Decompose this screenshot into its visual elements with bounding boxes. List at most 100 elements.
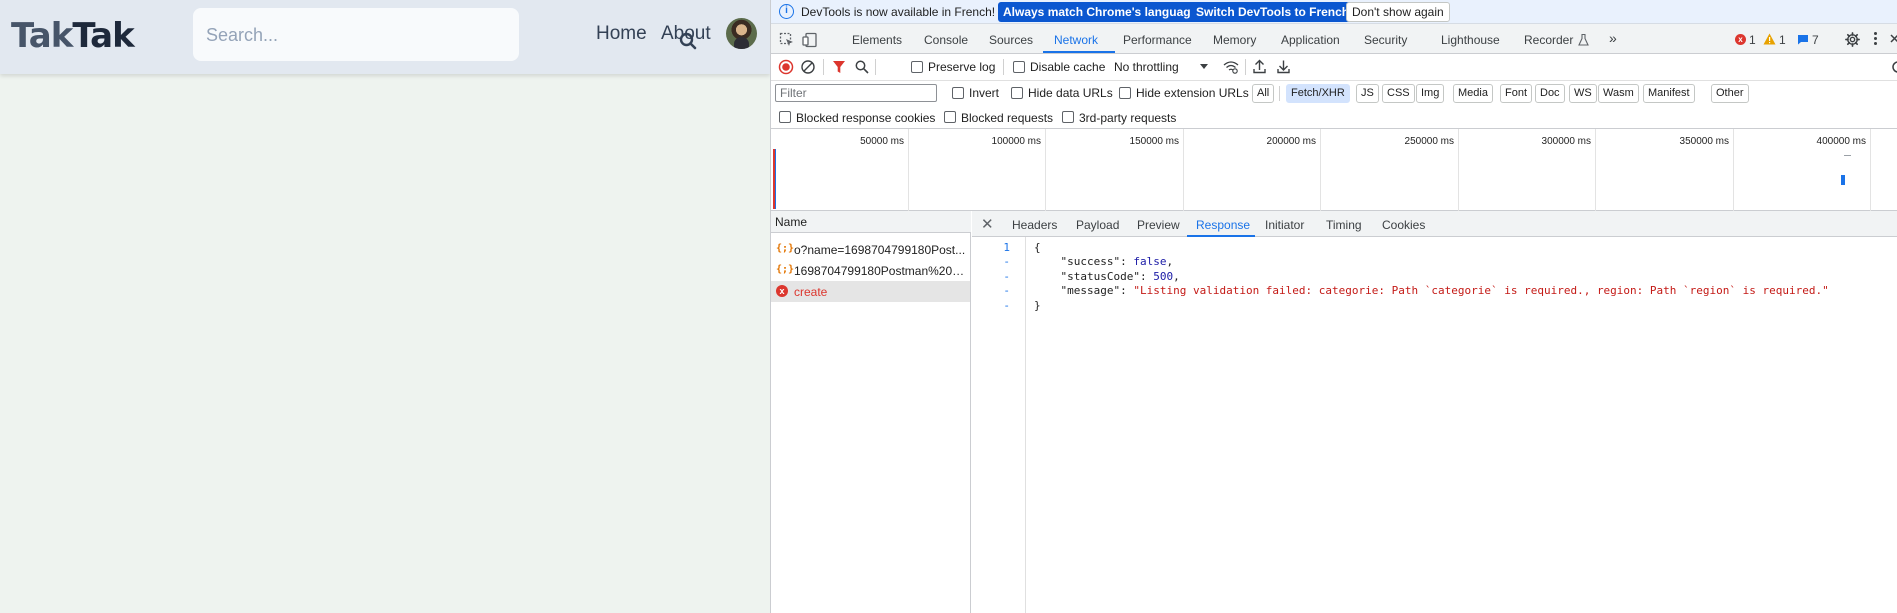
device-toolbar-icon[interactable]: [802, 32, 818, 48]
import-har-upload-icon[interactable]: [1253, 59, 1266, 74]
json-open-brace: {: [1034, 241, 1041, 254]
network-conditions-wifi-icon[interactable]: [1223, 60, 1239, 74]
message-count[interactable]: 7: [1812, 33, 1819, 47]
clear-icon[interactable]: [800, 59, 816, 75]
filter-funnel-icon[interactable]: [832, 60, 846, 74]
export-har-download-icon[interactable]: [1277, 59, 1290, 74]
search-requests-icon[interactable]: [855, 60, 869, 74]
throttling-select[interactable]: No throttling: [1114, 60, 1179, 74]
flask-icon: [1578, 34, 1589, 46]
tab-console[interactable]: Console: [924, 33, 968, 47]
timeline-request-bar: [1841, 175, 1845, 185]
blocked-response-cookies-checkbox[interactable]: [779, 111, 791, 123]
network-settings-gear-icon[interactable]: [1890, 60, 1897, 74]
timeline-tick: 300000 ms: [1541, 136, 1591, 147]
record-stop-icon[interactable]: [778, 59, 794, 75]
tab-performance[interactable]: Performance: [1123, 33, 1192, 47]
tab-lighthouse[interactable]: Lighthouse: [1441, 33, 1500, 47]
request-row-selected[interactable]: x create: [771, 281, 970, 302]
chip-wasm[interactable]: Wasm: [1598, 84, 1639, 103]
screen: TakTak Home About i DevTools is now avai…: [0, 0, 1897, 613]
chip-all[interactable]: All: [1252, 84, 1275, 103]
grid-line: [1458, 129, 1459, 211]
disable-cache-checkbox[interactable]: [1013, 61, 1025, 73]
tab-memory[interactable]: Memory: [1213, 33, 1256, 47]
chip-fetch-xhr[interactable]: Fetch/XHR: [1286, 84, 1350, 103]
xhr-request-icon: {;}: [776, 264, 795, 275]
tab-application[interactable]: Application: [1281, 33, 1340, 47]
tab-sources[interactable]: Sources: [989, 33, 1033, 47]
more-options-icon[interactable]: [1874, 32, 1877, 46]
tab-elements[interactable]: Elements: [852, 33, 902, 47]
tab-timing[interactable]: Timing: [1326, 218, 1362, 232]
blocked-filter-row: Blocked response cookies Blocked request…: [771, 107, 1897, 129]
tab-recorder[interactable]: Recorder: [1524, 33, 1573, 47]
search-input[interactable]: [206, 21, 466, 49]
dont-show-again-button[interactable]: Don't show again: [1346, 2, 1450, 22]
chip-font[interactable]: Font: [1500, 84, 1533, 103]
chip-js[interactable]: JS: [1356, 84, 1379, 103]
name-column-header[interactable]: Name: [771, 211, 971, 233]
json-value-boolean: false: [1133, 255, 1167, 268]
response-body[interactable]: { "success": false, "statusCode": 500, "…: [1034, 237, 1829, 328]
xhr-request-icon: {;}: [776, 243, 795, 254]
tab-headers[interactable]: Headers: [1012, 218, 1057, 232]
third-party-requests-checkbox[interactable]: [1062, 111, 1074, 123]
nav-about-link[interactable]: About: [661, 23, 711, 45]
request-row[interactable]: {;} o?name=1698704799180Post...: [771, 239, 970, 260]
network-toolbar: Preserve log Disable cache No throttling: [771, 54, 1897, 81]
tab-preview[interactable]: Preview: [1137, 218, 1180, 232]
more-tabs-chevron-icon[interactable]: »: [1609, 30, 1617, 46]
request-row[interactable]: {;} 1698704799180Postman%20A...: [771, 260, 970, 281]
always-match-language-button[interactable]: Always match Chrome's language: [998, 2, 1203, 22]
timeline-tick: 400000 ms: [1816, 136, 1866, 147]
error-count-icon: x: [1735, 34, 1746, 45]
chip-ws[interactable]: WS: [1569, 84, 1597, 103]
site-header: TakTak Home About: [0, 0, 770, 74]
site-logo[interactable]: TakTak: [11, 16, 135, 56]
devtools-panel: i DevTools is now available in French! A…: [770, 0, 1897, 613]
switch-to-french-button[interactable]: Switch DevTools to French: [1191, 2, 1355, 22]
throttling-chevron-down-icon[interactable]: [1200, 64, 1208, 70]
filter-input[interactable]: [775, 84, 937, 102]
user-avatar[interactable]: [726, 18, 757, 49]
error-count[interactable]: 1: [1749, 33, 1756, 47]
chip-manifest[interactable]: Manifest: [1643, 84, 1695, 103]
timeline-blue-marker: [775, 149, 776, 209]
preserve-log-checkbox[interactable]: [911, 61, 923, 73]
chip-media[interactable]: Media: [1453, 84, 1493, 103]
close-devtools-icon[interactable]: [1890, 34, 1897, 45]
chip-doc[interactable]: Doc: [1535, 84, 1565, 103]
third-party-requests-label: 3rd-party requests: [1079, 111, 1177, 125]
json-key: "statusCode": [1060, 270, 1140, 283]
chip-img[interactable]: Img: [1416, 84, 1445, 103]
chip-other[interactable]: Other: [1711, 84, 1749, 103]
tab-cookies[interactable]: Cookies: [1382, 218, 1425, 232]
settings-gear-icon[interactable]: [1845, 32, 1860, 47]
chip-css[interactable]: CSS: [1382, 84, 1415, 103]
inspect-element-icon[interactable]: [779, 32, 795, 48]
toolbar-separator: [1003, 59, 1004, 75]
tab-payload[interactable]: Payload: [1076, 218, 1119, 232]
logo-part-2: Tak: [72, 16, 134, 56]
invert-checkbox[interactable]: [952, 87, 964, 99]
line-number: -: [1003, 299, 1010, 312]
detail-tabs: ✕ Headers Payload Preview Response Initi…: [972, 211, 1897, 237]
hide-extension-urls-checkbox[interactable]: [1119, 87, 1131, 99]
timeline-request-bar: [1844, 155, 1851, 156]
hide-data-urls-checkbox[interactable]: [1011, 87, 1023, 99]
tab-security[interactable]: Security: [1364, 33, 1407, 47]
json-key: "success": [1060, 255, 1121, 268]
close-detail-icon[interactable]: ✕: [981, 215, 994, 233]
nav-home-link[interactable]: Home: [596, 23, 647, 45]
warning-count[interactable]: 1: [1779, 33, 1786, 47]
tab-network[interactable]: Network: [1054, 33, 1098, 47]
network-overview-timeline[interactable]: 50000 ms 100000 ms 150000 ms 200000 ms 2…: [771, 129, 1897, 211]
blocked-requests-checkbox[interactable]: [944, 111, 956, 123]
timeline-tick: 250000 ms: [1404, 136, 1454, 147]
tab-response[interactable]: Response: [1196, 218, 1250, 232]
request-detail-pane: ✕ Headers Payload Preview Response Initi…: [972, 211, 1897, 613]
devtools-main-tabs: Elements Console Sources Network Perform…: [771, 24, 1897, 54]
tab-initiator[interactable]: Initiator: [1265, 218, 1304, 232]
error-request-icon: x: [776, 285, 788, 297]
